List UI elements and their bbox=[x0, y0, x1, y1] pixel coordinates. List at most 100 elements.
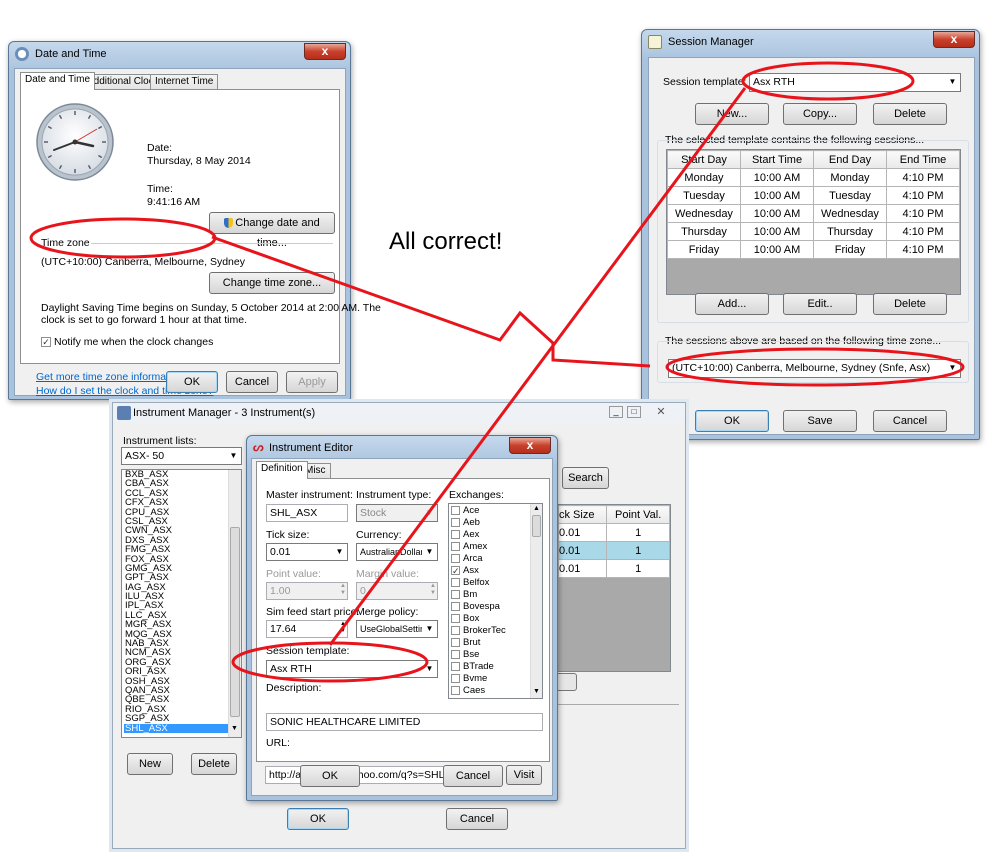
close-button[interactable]: x bbox=[933, 31, 975, 48]
checkbox-icon[interactable] bbox=[451, 673, 460, 683]
column-header[interactable]: End Day bbox=[813, 150, 887, 169]
time-zone-dropdown[interactable]: (UTC+10:00) Canberra, Melbourne, Sydney … bbox=[668, 359, 961, 378]
list-scrollbar[interactable]: ▲ ▼ bbox=[530, 504, 542, 698]
exchange-item[interactable]: Caes bbox=[451, 685, 531, 697]
list-scrollbar[interactable]: ▼ bbox=[228, 470, 241, 737]
scroll-up-icon[interactable]: ▲ bbox=[533, 505, 540, 512]
column-header[interactable]: Start Time bbox=[740, 150, 814, 169]
instrument-manager-titlebar[interactable]: Instrument Manager - 3 Instrument(s) _ □… bbox=[113, 403, 685, 423]
scroll-thumb[interactable] bbox=[532, 515, 541, 537]
session-template-dropdown[interactable]: Asx RTH ▼ bbox=[266, 660, 438, 678]
column-header[interactable]: ck Size bbox=[557, 505, 608, 524]
delete-session-button[interactable]: Delete bbox=[873, 293, 947, 315]
change-time-zone-button[interactable]: Change time zone... bbox=[209, 272, 335, 294]
maximize-icon[interactable]: □ bbox=[627, 406, 641, 418]
table-row[interactable]: Monday 10:00 AM Monday 4:10 PM bbox=[667, 168, 960, 187]
checkbox-icon[interactable] bbox=[451, 541, 460, 551]
search-button[interactable]: Search bbox=[562, 467, 609, 489]
exchanges-list[interactable]: Ace Aeb Aex Amex Arca ✓ Asx Belfox Bm Bovespa Box B… bbox=[448, 503, 543, 699]
exchange-item[interactable]: Bovespa bbox=[451, 601, 531, 613]
master-instrument-field[interactable]: SHL_ASX bbox=[266, 504, 348, 522]
apply-button[interactable]: Apply bbox=[286, 371, 338, 393]
exchange-item[interactable]: Aeb bbox=[451, 517, 531, 529]
exchange-item[interactable]: Amex bbox=[451, 541, 531, 553]
cancel-button[interactable]: Cancel bbox=[446, 808, 508, 830]
exchange-item[interactable]: BTrade bbox=[451, 661, 531, 673]
checkbox-icon[interactable] bbox=[451, 577, 460, 587]
table-row[interactable]: 0.01 1 bbox=[557, 523, 670, 542]
copy-template-button[interactable]: Copy... bbox=[783, 103, 857, 125]
column-header[interactable]: Point Val. bbox=[606, 505, 670, 524]
table-row[interactable]: Friday 10:00 AM Friday 4:10 PM bbox=[667, 240, 960, 259]
close-icon[interactable]: ✕ bbox=[653, 405, 669, 419]
table-row[interactable]: 0.01 1 bbox=[557, 559, 670, 578]
exchange-item[interactable]: Belfox bbox=[451, 577, 531, 589]
edit-session-button[interactable]: Edit.. bbox=[783, 293, 857, 315]
cancel-button[interactable]: Cancel bbox=[226, 371, 278, 393]
notify-checkbox[interactable]: ✓ Notify me when the clock changes bbox=[41, 336, 213, 348]
table-row[interactable]: Wednesday 10:00 AM Wednesday 4:10 PM bbox=[667, 204, 960, 223]
close-button[interactable]: x bbox=[304, 43, 346, 60]
table-row[interactable]: 0.01 1 bbox=[557, 541, 670, 560]
date-time-titlebar[interactable]: Date and Time x bbox=[9, 42, 350, 66]
delete-instrument-button[interactable]: Delete bbox=[191, 753, 237, 775]
exchange-item[interactable]: ✓ Asx bbox=[451, 565, 531, 577]
add-session-button[interactable]: Add... bbox=[695, 293, 769, 315]
column-header[interactable]: End Time bbox=[886, 150, 960, 169]
new-instrument-button[interactable]: New bbox=[127, 753, 173, 775]
exchange-item[interactable]: BrokerTec bbox=[451, 625, 531, 637]
exchange-item[interactable]: Ace bbox=[451, 505, 531, 517]
checkbox-checked-icon[interactable]: ✓ bbox=[451, 565, 460, 575]
ok-button[interactable]: OK bbox=[287, 808, 349, 830]
tab-internet-time[interactable]: Internet Time bbox=[150, 74, 219, 90]
scroll-thumb[interactable] bbox=[230, 527, 240, 717]
scroll-down-icon[interactable]: ▼ bbox=[533, 688, 540, 695]
visit-button[interactable]: Visit bbox=[506, 765, 542, 785]
checkbox-icon[interactable] bbox=[451, 661, 460, 671]
tab-definition[interactable]: Definition bbox=[256, 461, 308, 479]
exchange-item[interactable]: Bvme bbox=[451, 673, 531, 685]
currency-dropdown[interactable]: AustralianDollar ▼ bbox=[356, 543, 438, 561]
tab-date-and-time[interactable]: Date and Time bbox=[20, 72, 96, 90]
sim-feed-field[interactable]: 17.64 ▲ ▼ bbox=[266, 620, 348, 638]
delete-template-button[interactable]: Delete bbox=[873, 103, 947, 125]
tick-size-dropdown[interactable]: 0.01 ▼ bbox=[266, 543, 348, 561]
exchange-item[interactable]: Bm bbox=[451, 589, 531, 601]
ok-button[interactable]: OK bbox=[300, 765, 360, 787]
ok-button[interactable]: OK bbox=[695, 410, 769, 432]
instrument-list-dropdown[interactable]: ASX- 50 ▼ bbox=[121, 447, 242, 465]
checkbox-icon[interactable] bbox=[451, 649, 460, 659]
description-field[interactable]: SONIC HEALTHCARE LIMITED bbox=[266, 713, 543, 731]
change-date-time-button[interactable]: Change date and time... bbox=[209, 212, 335, 249]
table-row[interactable]: Thursday 10:00 AM Thursday 4:10 PM bbox=[667, 222, 960, 241]
list-item[interactable]: SHL_ASX bbox=[124, 723, 228, 733]
exchange-item[interactable]: Brut bbox=[451, 637, 531, 649]
instrument-type-dropdown[interactable]: Stock ▼ bbox=[356, 504, 438, 522]
checkbox-icon[interactable] bbox=[451, 601, 460, 611]
column-header[interactable]: Start Day bbox=[667, 150, 741, 169]
checkbox-icon[interactable] bbox=[451, 505, 460, 515]
save-button[interactable]: Save bbox=[783, 410, 857, 432]
merge-policy-dropdown[interactable]: UseGlobalSettings ▼ bbox=[356, 620, 438, 638]
checkbox-icon[interactable] bbox=[451, 613, 460, 623]
cancel-button[interactable]: Cancel bbox=[443, 765, 503, 787]
close-button[interactable]: x bbox=[509, 437, 551, 454]
checkbox-icon[interactable] bbox=[451, 685, 460, 695]
spinner-icon[interactable]: ▲ ▼ bbox=[340, 621, 346, 635]
scroll-down-icon[interactable]: ▼ bbox=[231, 725, 238, 732]
checkbox-icon[interactable] bbox=[451, 637, 460, 647]
session-manager-titlebar[interactable]: Session Manager x bbox=[642, 30, 979, 54]
checkbox-icon[interactable] bbox=[451, 625, 460, 635]
new-template-button[interactable]: New... bbox=[695, 103, 769, 125]
cancel-button[interactable]: Cancel bbox=[873, 410, 947, 432]
checkbox-icon[interactable] bbox=[451, 589, 460, 599]
checkbox-icon[interactable] bbox=[451, 553, 460, 563]
exchange-item[interactable]: Arca bbox=[451, 553, 531, 565]
session-template-dropdown[interactable]: Asx RTH ▼ bbox=[749, 73, 961, 92]
exchange-item[interactable]: Box bbox=[451, 613, 531, 625]
table-row[interactable]: Tuesday 10:00 AM Tuesday 4:10 PM bbox=[667, 186, 960, 205]
instrument-editor-titlebar[interactable]: ᔕ Instrument Editor x bbox=[247, 436, 557, 460]
checkbox-icon[interactable] bbox=[451, 517, 460, 527]
exchange-item[interactable]: Aex bbox=[451, 529, 531, 541]
exchange-item[interactable]: Bse bbox=[451, 649, 531, 661]
